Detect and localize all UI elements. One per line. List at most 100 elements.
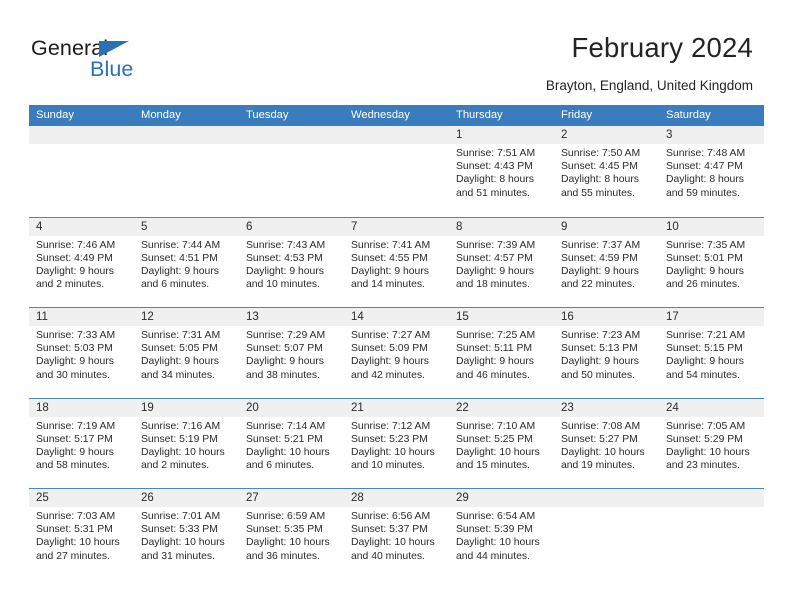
- daylight-text-line1: Daylight: 10 hours: [246, 537, 330, 549]
- sunrise-text: Sunrise: 7:48 AM: [666, 148, 746, 159]
- calendar-day-cell[interactable]: 5 Sunrise: 7:44 AM Sunset: 4:51 PM Daylight…: [134, 217, 239, 307]
- calendar-day-cell[interactable]: 19 Sunrise: 7:16 AM Sunset: 5:19 PM Dayligh…: [134, 398, 239, 488]
- day-sun-info: Sunrise: 7:50 AM Sunset: 4:45 PM Daylight:…: [554, 144, 659, 200]
- daylight-text-line2: and 34 minutes.: [141, 369, 215, 381]
- calendar-day-cell[interactable]: 14 Sunrise: 7:27 AM Sunset: 5:09 PM Dayligh…: [344, 308, 449, 398]
- daylight-text-line2: and 46 minutes.: [456, 369, 530, 381]
- day-number: 2: [561, 129, 568, 141]
- daylight-text-line1: Daylight: 10 hours: [456, 446, 540, 458]
- sunset-text: Sunset: 5:03 PM: [36, 343, 113, 355]
- calendar-day-cell[interactable]: 25 Sunrise: 7:03 AM Sunset: 5:31 PM Dayligh…: [29, 489, 134, 579]
- calendar-day-cell[interactable]: 4 Sunrise: 7:46 AM Sunset: 4:49 PM Daylight…: [29, 217, 134, 307]
- calendar-day-cell[interactable]: 20 Sunrise: 7:14 AM Sunset: 5:21 PM Dayligh…: [239, 398, 344, 488]
- day-sun-info: Sunrise: 7:16 AM Sunset: 5:19 PM Daylight:…: [134, 417, 239, 473]
- daylight-text-line1: Daylight: 9 hours: [456, 356, 534, 368]
- day-sun-info: Sunrise: 7:05 AM Sunset: 5:29 PM Daylight:…: [659, 417, 764, 473]
- day-number-band: 8: [449, 217, 554, 236]
- calendar-day-cell[interactable]: 23 Sunrise: 7:08 AM Sunset: 5:27 PM Dayligh…: [554, 398, 659, 488]
- calendar-day-cell[interactable]: 17 Sunrise: 7:21 AM Sunset: 5:15 PM Dayligh…: [659, 308, 764, 398]
- daylight-text-line2: and 18 minutes.: [456, 279, 530, 291]
- daylight-text-line2: and 55 minutes.: [561, 187, 635, 199]
- calendar-day-cell[interactable]: 9 Sunrise: 7:37 AM Sunset: 4:59 PM Daylight…: [554, 217, 659, 307]
- calendar-day-cell[interactable]: 11 Sunrise: 7:33 AM Sunset: 5:03 PM Dayligh…: [29, 308, 134, 398]
- sunrise-text: Sunrise: 7:03 AM: [36, 511, 116, 522]
- day-number: 22: [456, 401, 469, 414]
- calendar-day-cell[interactable]: 21 Sunrise: 7:12 AM Sunset: 5:23 PM Dayligh…: [344, 398, 449, 488]
- calendar-day-cell[interactable]: 2 Sunrise: 7:50 AM Sunset: 4:45 PM Daylight…: [554, 126, 659, 217]
- calendar-day-cell[interactable]: 13 Sunrise: 7:29 AM Sunset: 5:07 PM Dayligh…: [239, 308, 344, 398]
- day-number-band: [239, 126, 344, 144]
- daylight-text-line1: Daylight: 9 hours: [36, 265, 114, 277]
- daylight-text-line2: and 58 minutes.: [36, 460, 110, 472]
- weekday-header-sunday: Sunday: [36, 109, 74, 121]
- calendar-day-cell[interactable]: 16 Sunrise: 7:23 AM Sunset: 5:13 PM Dayligh…: [554, 308, 659, 398]
- calendar-day-cell[interactable]: 10 Sunrise: 7:35 AM Sunset: 5:01 PM Dayligh…: [659, 217, 764, 307]
- daylight-text-line1: Daylight: 9 hours: [36, 446, 114, 458]
- day-number-band: 15: [449, 308, 554, 326]
- sunrise-text: Sunrise: 7:35 AM: [666, 239, 746, 251]
- sunset-text: Sunset: 5:31 PM: [36, 524, 113, 536]
- sunrise-text: Sunrise: 7:39 AM: [456, 239, 536, 251]
- day-number-band: 17: [659, 308, 764, 326]
- calendar-day-cell[interactable]: 1 Sunrise: 7:51 AM Sunset: 4:43 PM Daylight…: [449, 126, 554, 217]
- sunset-text: Sunset: 5:37 PM: [351, 524, 428, 536]
- day-number-band: 23: [554, 398, 659, 417]
- calendar-day-cell[interactable]: 7 Sunrise: 7:41 AM Sunset: 4:55 PM Daylight…: [344, 217, 449, 307]
- sunset-text: Sunset: 5:35 PM: [246, 524, 323, 536]
- calendar-day-cell[interactable]: 12 Sunrise: 7:31 AM Sunset: 5:05 PM Dayligh…: [134, 308, 239, 398]
- day-number-band: 13: [239, 308, 344, 326]
- day-sun-info: Sunrise: 7:48 AM Sunset: 4:47 PM Daylight:…: [659, 144, 764, 200]
- sunrise-text: Sunrise: 7:05 AM: [666, 420, 746, 432]
- day-number: 15: [456, 311, 469, 323]
- daylight-text-line1: Daylight: 10 hours: [36, 537, 120, 549]
- sunset-text: Sunset: 5:19 PM: [141, 433, 218, 445]
- sunset-text: Sunset: 5:21 PM: [246, 433, 323, 445]
- calendar-day-cell-empty: [554, 489, 659, 579]
- page-title: February 2024: [571, 32, 753, 63]
- day-sun-info: Sunrise: 7:23 AM Sunset: 5:13 PM Daylight:…: [554, 326, 659, 382]
- sunset-text: Sunset: 4:51 PM: [141, 252, 218, 264]
- calendar-day-cell[interactable]: 18 Sunrise: 7:19 AM Sunset: 5:17 PM Dayligh…: [29, 398, 134, 488]
- weekday-header-row: Sunday Monday Tuesday Wednesday Thursday…: [29, 105, 764, 126]
- day-number: 25: [36, 492, 49, 504]
- day-number-band: [29, 126, 134, 144]
- calendar-day-cell[interactable]: 8 Sunrise: 7:39 AM Sunset: 4:57 PM Daylight…: [449, 217, 554, 307]
- calendar-day-cell[interactable]: 22 Sunrise: 7:10 AM Sunset: 5:25 PM Dayligh…: [449, 398, 554, 488]
- day-sun-info: Sunrise: 7:08 AM Sunset: 5:27 PM Daylight:…: [554, 417, 659, 473]
- day-number: 18: [36, 401, 49, 414]
- day-sun-info: Sunrise: 7:21 AM Sunset: 5:15 PM Daylight:…: [659, 326, 764, 382]
- day-sun-info: Sunrise: 7:43 AM Sunset: 4:53 PM Daylight:…: [239, 236, 344, 292]
- day-number: 24: [666, 401, 679, 414]
- calendar-day-cell[interactable]: 26 Sunrise: 7:01 AM Sunset: 5:33 PM Dayligh…: [134, 489, 239, 579]
- calendar-grid: Sunday Monday Tuesday Wednesday Thursday…: [29, 105, 764, 579]
- location-subtitle: Brayton, England, United Kingdom: [545, 78, 753, 93]
- sunrise-text: Sunrise: 7:31 AM: [141, 330, 221, 341]
- calendar-day-cell[interactable]: 3 Sunrise: 7:48 AM Sunset: 4:47 PM Daylight…: [659, 126, 764, 217]
- calendar-day-cell[interactable]: 6 Sunrise: 7:43 AM Sunset: 4:53 PM Daylight…: [239, 217, 344, 307]
- calendar-day-cell[interactable]: 28 Sunrise: 6:56 AM Sunset: 5:37 PM Dayligh…: [344, 489, 449, 579]
- day-number: 12: [141, 311, 154, 323]
- day-sun-info: Sunrise: 6:54 AM Sunset: 5:39 PM Daylight:…: [449, 507, 554, 563]
- sunset-text: Sunset: 5:29 PM: [666, 433, 743, 445]
- day-number-band: [659, 489, 764, 507]
- calendar-weeks: 1 Sunrise: 7:51 AM Sunset: 4:43 PM Daylight…: [29, 126, 764, 579]
- daylight-text-line2: and 54 minutes.: [666, 369, 740, 381]
- day-sun-info: Sunrise: 7:39 AM Sunset: 4:57 PM Daylight:…: [449, 236, 554, 292]
- day-number: 3: [666, 129, 673, 141]
- day-number-band: 14: [344, 308, 449, 326]
- day-number: 27: [246, 492, 259, 504]
- sunset-text: Sunset: 5:27 PM: [561, 433, 638, 445]
- sunset-text: Sunset: 5:05 PM: [141, 343, 218, 355]
- calendar-day-cell[interactable]: 15 Sunrise: 7:25 AM Sunset: 5:11 PM Dayligh…: [449, 308, 554, 398]
- general-blue-logo: General Blue: [31, 36, 211, 88]
- daylight-text-line1: Daylight: 10 hours: [351, 446, 435, 458]
- sunset-text: Sunset: 4:57 PM: [456, 252, 533, 264]
- sunrise-text: Sunrise: 7:44 AM: [141, 239, 221, 251]
- sunset-text: Sunset: 4:55 PM: [351, 252, 428, 264]
- calendar-day-cell[interactable]: 27 Sunrise: 6:59 AM Sunset: 5:35 PM Dayligh…: [239, 489, 344, 579]
- calendar-day-cell[interactable]: 29 Sunrise: 6:54 AM Sunset: 5:39 PM Dayligh…: [449, 489, 554, 579]
- calendar-day-cell[interactable]: 24 Sunrise: 7:05 AM Sunset: 5:29 PM Dayligh…: [659, 398, 764, 488]
- day-sun-info: Sunrise: 7:25 AM Sunset: 5:11 PM Daylight:…: [449, 326, 554, 382]
- daylight-text-line1: Daylight: 9 hours: [246, 265, 324, 277]
- sunset-text: Sunset: 5:01 PM: [666, 252, 743, 264]
